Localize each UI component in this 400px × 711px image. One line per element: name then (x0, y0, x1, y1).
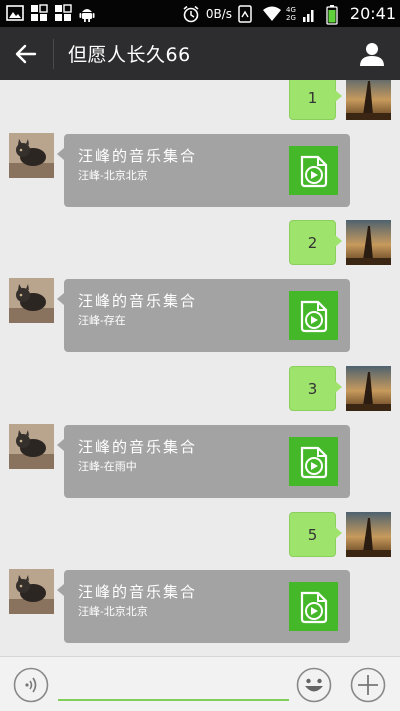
person-icon (360, 43, 384, 66)
music-play-icon[interactable] (289, 437, 338, 486)
chat-title: 但愿人长久66 (68, 44, 191, 66)
music-title: 汪峰的音乐集合 (78, 583, 198, 601)
music-subtitle: 汪峰-北京北京 (78, 605, 148, 618)
music-title: 汪峰的音乐集合 (78, 292, 198, 310)
wifi-icon (262, 5, 281, 23)
music-share-card[interactable]: 汪峰的音乐集合 汪峰-在雨中 (57, 425, 350, 498)
music-title: 汪峰的音乐集合 (78, 147, 198, 165)
emoji-button[interactable] (296, 667, 332, 703)
music-play-icon[interactable] (289, 582, 338, 631)
self-avatar[interactable] (346, 366, 391, 411)
system-indicators: 0B/s 4G 2G 20:41 (182, 3, 396, 25)
music-share-card[interactable]: 汪峰的音乐集合 汪峰-北京北京 (57, 570, 350, 643)
contact-avatar[interactable] (9, 424, 54, 469)
profile-button[interactable] (356, 38, 388, 70)
app-grid-icon (54, 4, 72, 22)
alarm-icon (182, 5, 200, 23)
net-2g-label: 2G (286, 13, 296, 22)
self-avatar[interactable] (346, 220, 391, 265)
message-text: 1 (307, 88, 318, 107)
message-bubble-self[interactable]: 3 (289, 366, 342, 411)
music-subtitle: 汪峰-存在 (78, 314, 126, 327)
music-share-card[interactable]: 汪峰的音乐集合 汪峰-北京北京 (57, 134, 350, 207)
voice-icon (13, 667, 49, 703)
plus-button[interactable] (350, 667, 386, 703)
contact-avatar[interactable] (9, 569, 54, 614)
contact-avatar[interactable] (9, 133, 54, 178)
arrow-left-icon (15, 44, 37, 64)
music-share-card[interactable]: 汪峰的音乐集合 汪峰-存在 (57, 279, 350, 352)
gallery-icon (6, 4, 24, 22)
music-title: 汪峰的音乐集合 (78, 438, 198, 456)
contact-avatar[interactable] (9, 278, 54, 323)
chat-area[interactable]: 1 汪峰的音乐集合 汪峰-北京北京 2 汪峰的音乐集合 汪峰-存在 3 汪峰的音… (0, 80, 400, 656)
android-icon (78, 4, 96, 22)
status-bar: 0B/s 4G 2G 20:41 (0, 0, 400, 27)
message-text: 2 (307, 233, 318, 252)
voice-button[interactable] (13, 667, 49, 703)
message-bubble-self[interactable]: 1 (289, 80, 342, 120)
title-divider (53, 39, 54, 69)
music-play-icon[interactable] (289, 146, 338, 195)
emoji-icon (296, 667, 332, 703)
message-text: 5 (307, 525, 318, 544)
net-speed: 0B/s (205, 6, 232, 21)
back-button[interactable] (8, 37, 44, 71)
signal-icon (302, 5, 320, 23)
input-bar (0, 656, 400, 711)
net-4g-label: 4G (286, 5, 296, 14)
title-bar: 但愿人长久66 (0, 27, 400, 80)
self-avatar[interactable] (346, 512, 391, 557)
phone-signal-icon (238, 4, 256, 23)
clock: 20:41 (349, 4, 396, 23)
music-subtitle: 汪峰-北京北京 (78, 169, 148, 182)
message-input[interactable] (58, 665, 289, 701)
app-grid-icon (30, 4, 48, 22)
network-type: 4G 2G (286, 6, 296, 22)
battery-icon (326, 4, 344, 25)
notification-icons (6, 4, 96, 22)
plus-icon (350, 667, 386, 703)
message-bubble-self[interactable]: 2 (289, 220, 342, 265)
music-subtitle: 汪峰-在雨中 (78, 460, 137, 473)
self-avatar[interactable] (346, 80, 391, 120)
message-text: 3 (307, 379, 318, 398)
music-play-icon[interactable] (289, 291, 338, 340)
message-bubble-self[interactable]: 5 (289, 512, 342, 557)
